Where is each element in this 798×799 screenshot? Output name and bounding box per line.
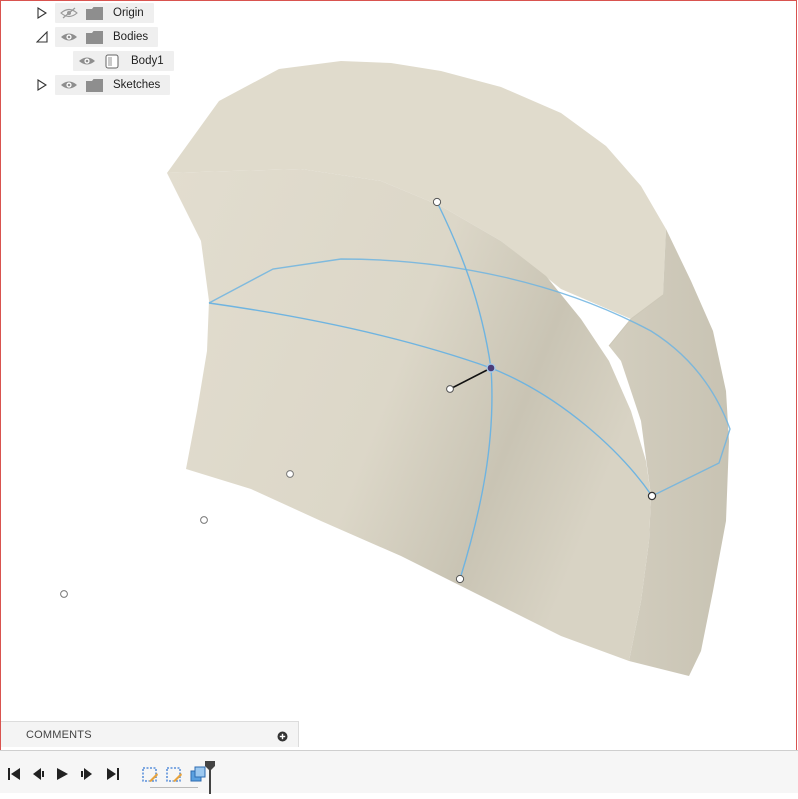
tree-item-label: Sketches <box>113 79 161 91</box>
expand-toggle-sketches[interactable] <box>35 77 49 93</box>
comments-label: COMMENTS <box>26 728 92 741</box>
play-button[interactable] <box>53 765 71 783</box>
step-forward-icon <box>81 768 92 780</box>
triangle-expanded-icon <box>36 31 48 43</box>
skip-start-icon <box>8 768 20 780</box>
model-scene[interactable] <box>1 1 798 793</box>
tree-item-origin[interactable]: Origin <box>55 3 154 23</box>
expand-toggle-origin[interactable] <box>35 5 49 21</box>
eye-icon[interactable] <box>59 30 79 44</box>
add-comment-icon[interactable] <box>277 729 288 742</box>
tree-item-bodies[interactable]: Bodies <box>55 27 159 47</box>
go-to-end-button[interactable] <box>104 765 122 783</box>
triangle-right-icon <box>37 79 47 91</box>
timeline-track <box>150 787 198 788</box>
step-back-button[interactable] <box>29 765 47 783</box>
body-icon <box>103 54 121 68</box>
folder-icon <box>85 30 103 44</box>
go-to-start-button[interactable] <box>5 765 23 783</box>
timeline-bar <box>0 750 798 794</box>
timeline-marker[interactable] <box>203 761 217 794</box>
tree-item-label: Bodies <box>113 31 149 43</box>
tree-item-sketches[interactable]: Sketches <box>55 75 171 95</box>
sketch-feature-icon <box>166 767 182 782</box>
folder-icon <box>85 78 103 92</box>
sketch-feature-icon <box>142 767 158 782</box>
tree-item-body1[interactable]: Body1 <box>73 51 174 71</box>
eye-hidden-icon[interactable] <box>59 6 79 20</box>
step-forward-button[interactable] <box>78 765 96 783</box>
skip-end-icon <box>107 768 119 780</box>
eye-icon[interactable] <box>59 78 79 92</box>
timeline-feature-sketch-2[interactable] <box>164 765 184 785</box>
play-icon <box>57 768 68 780</box>
comments-panel[interactable]: COMMENTS <box>1 721 299 747</box>
tree-item-label: Body1 <box>131 55 164 67</box>
collapse-toggle-bodies[interactable] <box>35 29 49 45</box>
canvas-viewport[interactable]: Origin Bodies Body1 Sketches COMMENTS <box>0 0 797 792</box>
triangle-right-icon <box>37 7 47 19</box>
eye-icon[interactable] <box>77 54 97 68</box>
timeline-feature-sketch-1[interactable] <box>140 765 160 785</box>
tree-item-label: Origin <box>113 7 144 19</box>
step-back-icon <box>33 768 44 780</box>
timeline-marker-icon <box>205 761 215 794</box>
folder-icon <box>85 6 103 20</box>
